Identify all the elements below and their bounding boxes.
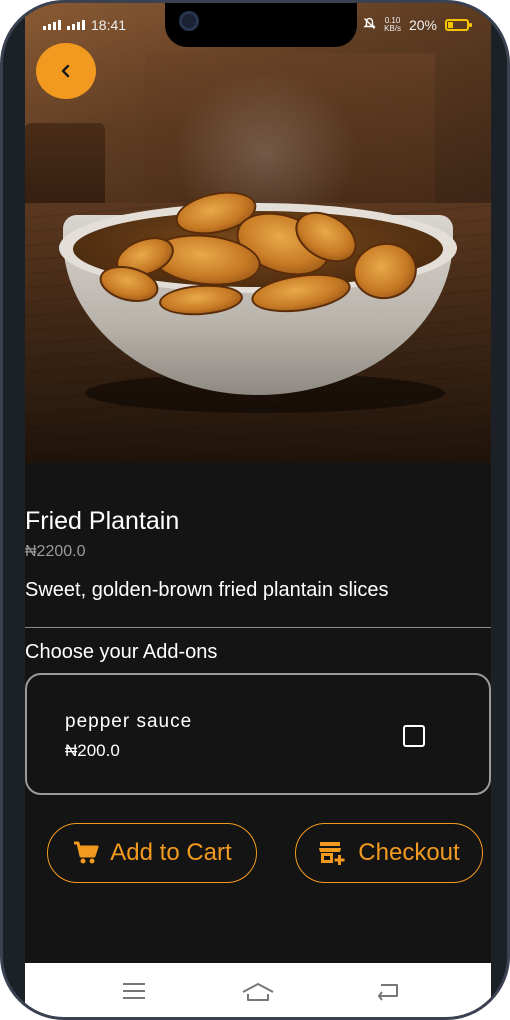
menu-icon[interactable]: [121, 981, 147, 1001]
status-time: 18:41: [91, 17, 127, 33]
product-description: Sweet, golden-brown fried plantain slice…: [25, 579, 389, 601]
product-price: ₦2200.0: [25, 543, 86, 560]
steam: [165, 63, 365, 213]
battery-percent: 20%: [408, 17, 437, 33]
addon-item[interactable]: pepper sauce ₦200.0: [25, 673, 491, 795]
back-button[interactable]: [36, 43, 96, 99]
battery-icon: [445, 19, 472, 31]
camera-icon: [179, 11, 199, 31]
signal-icon: [67, 20, 85, 30]
add-to-cart-label: Add to Cart: [110, 839, 232, 866]
addons-heading: Choose your Add-ons: [25, 641, 218, 663]
addon-name: pepper sauce: [65, 711, 193, 732]
status-left: 18:41: [43, 17, 126, 33]
cart-icon: [74, 841, 99, 864]
addon-price: ₦200.0: [65, 741, 120, 760]
back-nav-icon[interactable]: [375, 981, 401, 1001]
back-arrow-icon: [61, 64, 70, 78]
checkout-button[interactable]: Checkout: [295, 823, 483, 883]
system-nav-bar: [25, 963, 491, 1017]
status-bar: 18:41 0.10 KB/s 20%: [25, 3, 491, 49]
checkout-label: Checkout: [358, 839, 460, 866]
store-add-icon: [319, 842, 345, 865]
mute-icon: [363, 17, 376, 33]
home-icon[interactable]: [241, 981, 275, 1003]
divider: [25, 627, 491, 628]
network-speed: 0.10 KB/s: [384, 17, 401, 33]
phone-frame: 18:41 0.10 KB/s 20% Fried Plantain ₦2200…: [0, 0, 510, 1020]
status-right: 0.10 KB/s 20%: [363, 17, 472, 33]
add-to-cart-button[interactable]: Add to Cart: [47, 823, 257, 883]
app-screen: 18:41 0.10 KB/s 20% Fried Plantain ₦2200…: [25, 3, 491, 1017]
product-title: Fried Plantain: [25, 507, 180, 535]
network-speed-unit: KB/s: [384, 24, 401, 33]
addon-checkbox[interactable]: [403, 725, 425, 747]
signal-icon: [43, 20, 61, 30]
